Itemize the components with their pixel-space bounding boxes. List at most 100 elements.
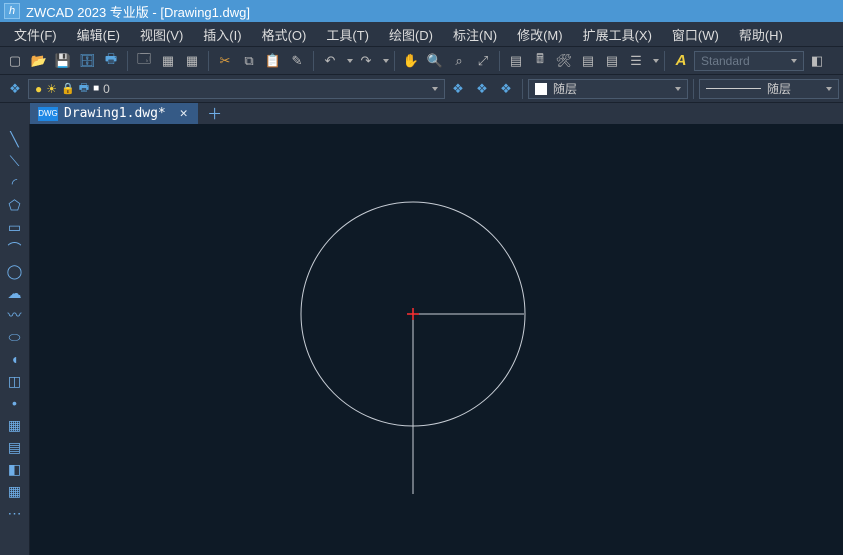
- construction-line-tool[interactable]: ⟍: [2, 150, 28, 172]
- document-tab-label: Drawing1.dwg*: [64, 106, 166, 121]
- point-tool[interactable]: •: [2, 392, 28, 414]
- color-swatch-icon: [535, 83, 547, 95]
- calc-icon[interactable]: 🖩: [529, 50, 551, 72]
- layer-dropdown[interactable]: ● ☀ 🔒 🖶 ■ 0: [28, 79, 445, 99]
- separator: [522, 79, 523, 99]
- color-value: 随层: [553, 80, 577, 97]
- more-tool[interactable]: ⋯: [2, 502, 28, 524]
- title-bar: h ZWCAD 2023 专业版 - [Drawing1.dwg]: [0, 0, 843, 22]
- spline-tool[interactable]: 〰: [2, 304, 28, 326]
- dimstyle-icon[interactable]: ◧: [806, 50, 828, 72]
- ellipse-tool[interactable]: ⬭: [2, 326, 28, 348]
- sun-icon: ☀: [46, 82, 57, 96]
- separator: [127, 51, 128, 71]
- lineweight-value: 随层: [767, 80, 791, 97]
- separator: [208, 51, 209, 71]
- design-center-icon[interactable]: ▤: [577, 50, 599, 72]
- menu-help[interactable]: 帮助(H): [729, 22, 793, 47]
- sheetset-icon[interactable]: ▤: [601, 50, 623, 72]
- close-tab-icon[interactable]: ✕: [172, 106, 188, 121]
- lock-icon: 🔒: [61, 82, 75, 95]
- separator: [394, 51, 395, 71]
- menu-file[interactable]: 文件(F): [4, 22, 67, 47]
- redo-dropdown-icon[interactable]: [383, 59, 389, 63]
- app-logo-icon: h: [4, 3, 20, 19]
- document-tab-drawing1[interactable]: DWG Drawing1.dwg* ✕: [30, 103, 198, 124]
- preview-icon[interactable]: 🗔: [133, 50, 155, 72]
- drawing-canvas[interactable]: [30, 124, 843, 555]
- menu-tools[interactable]: 工具(T): [316, 22, 379, 47]
- layer-iso-icon[interactable]: ❖: [495, 78, 517, 100]
- region-tool[interactable]: ◧: [2, 458, 28, 480]
- undo-icon[interactable]: ↶: [319, 50, 341, 72]
- window-title: ZWCAD 2023 专业版 - [Drawing1.dwg]: [26, 2, 250, 21]
- line-tool[interactable]: ╲: [2, 128, 28, 150]
- standard-toolbar: ▢ 📂 💾 🗄 🖶 🗔 ▦ ▦ ✂ ⧉ 📋 ✎ ↶ ↷ ✋ 🔍 ⌕ ⤢ ▤ 🖩 …: [0, 46, 843, 74]
- menu-dimension[interactable]: 标注(N): [443, 22, 507, 47]
- menu-bar: 文件(F) 编辑(E) 视图(V) 插入(I) 格式(O) 工具(T) 绘图(D…: [0, 22, 843, 46]
- menu-window[interactable]: 窗口(W): [662, 22, 729, 47]
- save-icon[interactable]: 💾: [52, 50, 74, 72]
- separator: [499, 51, 500, 71]
- new-icon[interactable]: ▢: [4, 50, 26, 72]
- properties-icon[interactable]: ▤: [505, 50, 527, 72]
- hatch-tool[interactable]: ▦: [2, 414, 28, 436]
- menu-format[interactable]: 格式(O): [252, 22, 317, 47]
- separator: [693, 79, 694, 99]
- menu-edit[interactable]: 编辑(E): [67, 22, 130, 47]
- chevron-down-icon: [826, 87, 832, 91]
- separator: [664, 51, 665, 71]
- table-tool[interactable]: ▦: [2, 480, 28, 502]
- toolpalette-icon[interactable]: 🛠: [553, 50, 575, 72]
- menu-modify[interactable]: 修改(M): [507, 22, 573, 47]
- chevron-down-icon: [791, 59, 797, 63]
- saveall-icon[interactable]: 🗄: [76, 50, 98, 72]
- match-prop-icon[interactable]: ✎: [286, 50, 308, 72]
- pan-icon[interactable]: ✋: [400, 50, 422, 72]
- lineweight-dropdown[interactable]: 随层: [699, 79, 839, 99]
- bulb-icon: ●: [35, 82, 42, 96]
- chevron-down-icon: [675, 87, 681, 91]
- layer-manager-icon[interactable]: ❖: [4, 78, 26, 100]
- undo-dropdown-icon[interactable]: [347, 59, 353, 63]
- chevron-down-icon: [432, 87, 438, 91]
- arc-tool[interactable]: ◜: [2, 172, 28, 194]
- copy-icon[interactable]: ⧉: [238, 50, 260, 72]
- revcloud-tool[interactable]: ☁: [2, 282, 28, 304]
- new-tab-button[interactable]: ＋: [204, 103, 226, 124]
- polygon-tool[interactable]: ⬠: [2, 194, 28, 216]
- paste-icon[interactable]: 📋: [262, 50, 284, 72]
- layer-color-swatch-icon: ■: [93, 83, 99, 94]
- arc2-tool[interactable]: ⌒: [2, 238, 28, 260]
- cut-icon[interactable]: ✂: [214, 50, 236, 72]
- layer-name: 0: [103, 82, 110, 96]
- open-icon[interactable]: 📂: [28, 50, 50, 72]
- text-style-a-icon[interactable]: A: [670, 50, 692, 72]
- publish-icon[interactable]: ▦: [181, 50, 203, 72]
- zoom-realtime-icon[interactable]: 🔍: [424, 50, 446, 72]
- rectangle-tool[interactable]: ▭: [2, 216, 28, 238]
- layers-dropdown-icon[interactable]: [653, 59, 659, 63]
- circle-tool[interactable]: ◯: [2, 260, 28, 282]
- zoom-extents-icon[interactable]: ⤢: [472, 50, 494, 72]
- menu-draw[interactable]: 绘图(D): [379, 22, 443, 47]
- text-style-value: Standard: [701, 54, 750, 68]
- menu-extended[interactable]: 扩展工具(X): [573, 22, 662, 47]
- layers-icon[interactable]: ☰: [625, 50, 647, 72]
- block-tool[interactable]: ◫: [2, 370, 28, 392]
- layer-prev-icon[interactable]: ❖: [447, 78, 469, 100]
- menu-view[interactable]: 视图(V): [130, 22, 193, 47]
- layer-toolbar: ❖ ● ☀ 🔒 🖶 ■ 0 ❖ ❖ ❖ 随层 随层: [0, 74, 843, 102]
- ellipse-arc-tool[interactable]: ◖: [2, 348, 28, 370]
- dwg-badge-icon: DWG: [38, 107, 58, 121]
- layer-state-icon[interactable]: ❖: [471, 78, 493, 100]
- redo-icon[interactable]: ↷: [355, 50, 377, 72]
- menu-insert[interactable]: 插入(I): [193, 22, 251, 47]
- document-tab-bar: DWG Drawing1.dwg* ✕ ＋: [0, 102, 843, 124]
- color-dropdown[interactable]: 随层: [528, 79, 688, 99]
- text-style-dropdown[interactable]: Standard: [694, 51, 804, 71]
- gradient-tool[interactable]: ▤: [2, 436, 28, 458]
- zoom-window-icon[interactable]: ⌕: [448, 50, 470, 72]
- print-icon[interactable]: 🖶: [100, 50, 122, 72]
- plot-icon[interactable]: ▦: [157, 50, 179, 72]
